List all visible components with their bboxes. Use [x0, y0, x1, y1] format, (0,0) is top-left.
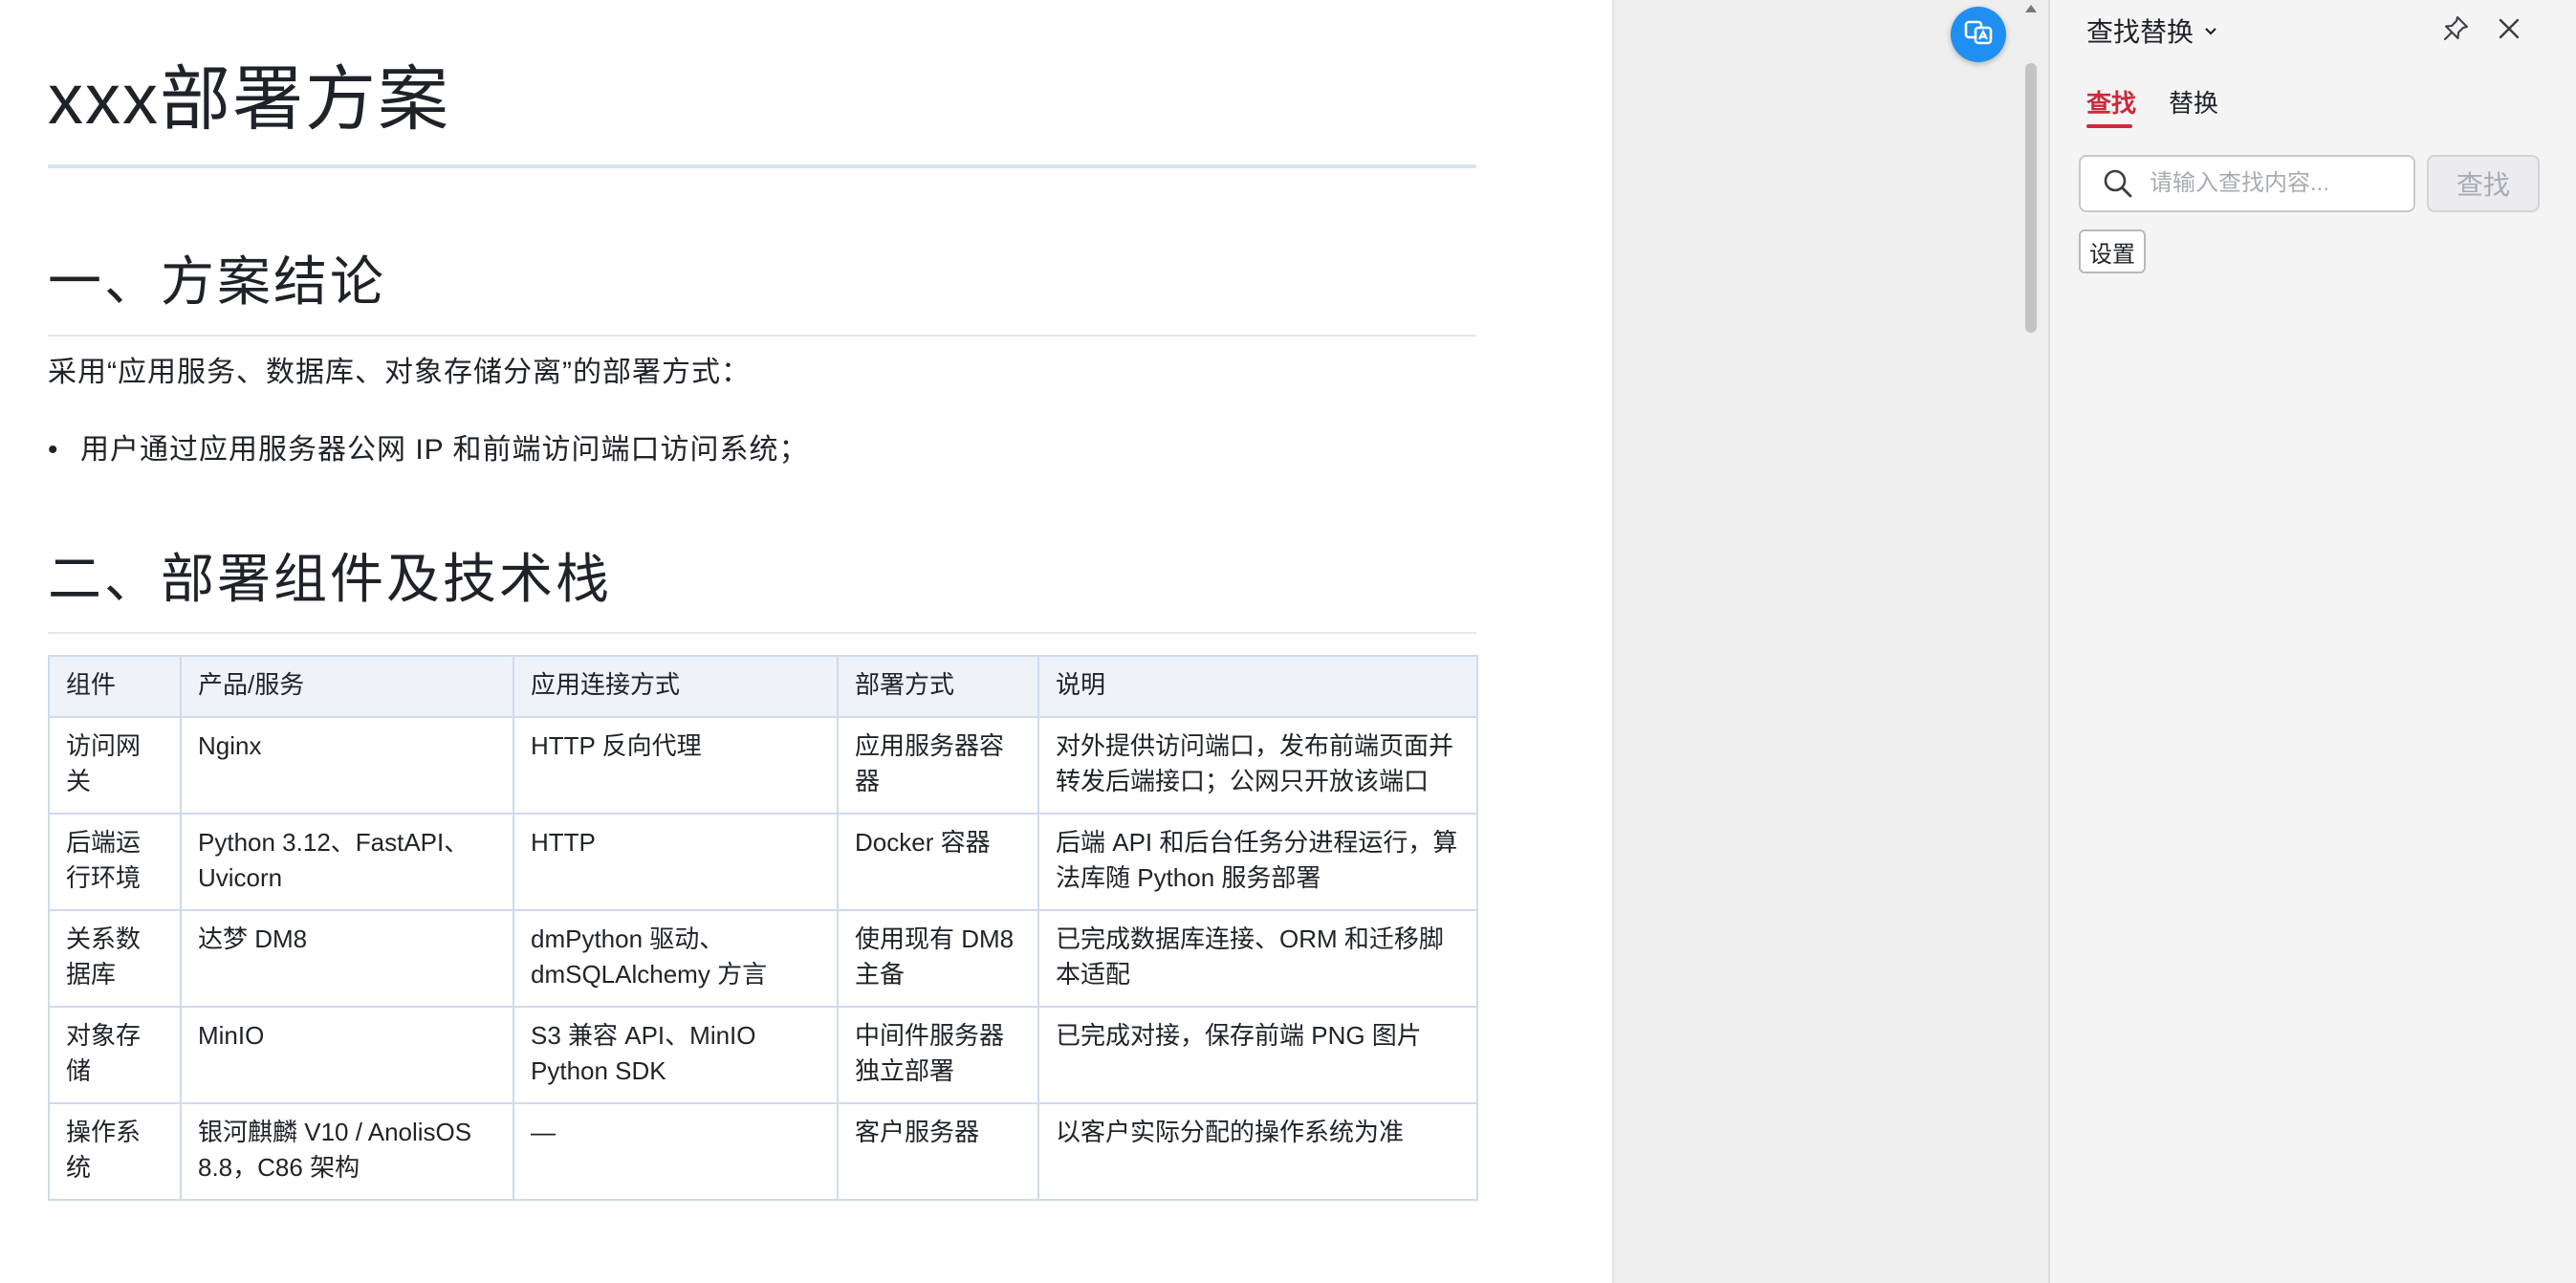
floating-translate-button[interactable]	[1951, 7, 2006, 62]
table-header-cell: 产品/服务	[180, 655, 514, 718]
scroll-up-arrow-icon	[2024, 1, 2038, 18]
bullet-text: 用户通过应用服务器公网 IP 和前端访问端口访问系统；	[80, 434, 809, 466]
table-cell: Nginx	[180, 716, 514, 815]
table-cell: 后端 API 和后台任务分进程运行，算法库随 Python 服务部署	[1037, 813, 1478, 911]
table-cell: 应用服务器容器	[837, 716, 1039, 815]
table-cell: 银河麒麟 V10 / AnolisOS 8.8，C86 架构	[180, 1102, 514, 1201]
bullet-dot: •	[48, 434, 59, 466]
close-icon	[2497, 16, 2521, 46]
table-cell: S3 兼容 API、MinIO Python SDK	[513, 1006, 839, 1104]
table-cell: 操作系统	[48, 1102, 182, 1201]
search-input[interactable]	[2148, 169, 2400, 198]
table-cell: Python 3.12、FastAPI、Uvicorn	[180, 813, 514, 911]
close-button[interactable]	[2492, 13, 2526, 48]
active-tab-indicator	[2086, 124, 2132, 128]
table-row: 后端运行环境 Python 3.12、FastAPI、Uvicorn HTTP …	[48, 813, 1478, 911]
scroll-up-button[interactable]	[2020, 0, 2041, 19]
search-box[interactable]	[2079, 155, 2415, 212]
table-cell: 以客户实际分配的操作系统为准	[1037, 1102, 1478, 1201]
translate-icon	[1963, 17, 1994, 53]
table-cell: MinIO	[180, 1006, 514, 1104]
components-table: 组件 产品/服务 应用连接方式 部署方式 说明 访问网关 Nginx HTTP …	[48, 655, 1478, 1201]
table-cell: Docker 容器	[837, 813, 1039, 911]
panel-title: 查找替换	[2086, 17, 2194, 47]
table-row: 对象存储 MinIO S3 兼容 API、MinIO Python SDK 中间…	[48, 1006, 1478, 1104]
table-cell: 关系数据库	[48, 909, 182, 1008]
table-cell: 访问网关	[48, 716, 182, 815]
table-cell: 对象存储	[48, 1006, 182, 1104]
tab-find[interactable]: 查找	[2086, 86, 2136, 120]
table-cell: 中间件服务器独立部署	[837, 1006, 1039, 1104]
pin-button[interactable]	[2438, 13, 2473, 48]
find-button[interactable]: 查找	[2427, 155, 2540, 212]
settings-button[interactable]: 设置	[2079, 229, 2146, 273]
panel-title-dropdown[interactable]: 查找替换	[2086, 11, 2218, 50]
table-cell: 对外提供访问端口，发布前端页面并转发后端接口；公网只开放该端口	[1037, 716, 1478, 815]
table-cell: HTTP	[513, 813, 839, 911]
scrollbar-thumb[interactable]	[2025, 63, 2037, 333]
table-header-row: 组件 产品/服务 应用连接方式 部署方式 说明	[48, 655, 1478, 718]
search-icon	[2102, 167, 2140, 200]
table-cell: dmPython 驱动、dmSQLAlchemy 方言	[513, 909, 839, 1008]
table-row: 操作系统 银河麒麟 V10 / AnolisOS 8.8，C86 架构 — 客户…	[48, 1102, 1478, 1201]
table-cell: HTTP 反向代理	[513, 716, 839, 815]
table-cell: 客户服务器	[837, 1102, 1039, 1201]
table-header-cell: 部署方式	[837, 655, 1039, 718]
table-header-cell: 组件	[48, 655, 182, 718]
tab-replace[interactable]: 替换	[2169, 86, 2218, 120]
document-pane: xxx部署方案 一、方案结论 采用“应用服务、数据库、对象存储分离”的部署方式：…	[0, 0, 1612, 1283]
table-cell: 已完成对接，保存前端 PNG 图片	[1037, 1006, 1478, 1104]
table-cell: —	[513, 1102, 839, 1201]
find-replace-panel: 查找替换 查找 替换 查找 设置	[2048, 0, 2576, 1283]
table-cell: 后端运行环境	[48, 813, 182, 911]
pin-icon	[2441, 14, 2470, 48]
editor-margin	[1612, 0, 2048, 1283]
table-row: 关系数据库 达梦 DM8 dmPython 驱动、dmSQLAlchemy 方言…	[48, 909, 1478, 1008]
table-row: 访问网关 Nginx HTTP 反向代理 应用服务器容器 对外提供访问端口，发布…	[48, 716, 1478, 815]
section2-heading: 二、部署组件及技术栈	[48, 549, 612, 609]
table-cell: 已完成数据库连接、ORM 和迁移脚本适配	[1037, 909, 1478, 1008]
document-content: xxx部署方案 一、方案结论 采用“应用服务、数据库、对象存储分离”的部署方式：…	[48, 0, 1478, 1201]
bullet-item: • 用户通过应用服务器公网 IP 和前端访问端口访问系统；	[48, 431, 1476, 469]
chevron-down-icon	[2203, 23, 2218, 38]
section1-heading: 一、方案结论	[48, 251, 386, 312]
table-cell: 达梦 DM8	[180, 909, 514, 1008]
table-cell: 使用现有 DM8 主备	[837, 909, 1039, 1008]
document-title: xxx部署方案	[48, 59, 450, 139]
table-header-cell: 应用连接方式	[513, 655, 839, 718]
table-header-cell: 说明	[1037, 655, 1478, 718]
section1-paragraph: 采用“应用服务、数据库、对象存储分离”的部署方式：	[48, 357, 751, 388]
